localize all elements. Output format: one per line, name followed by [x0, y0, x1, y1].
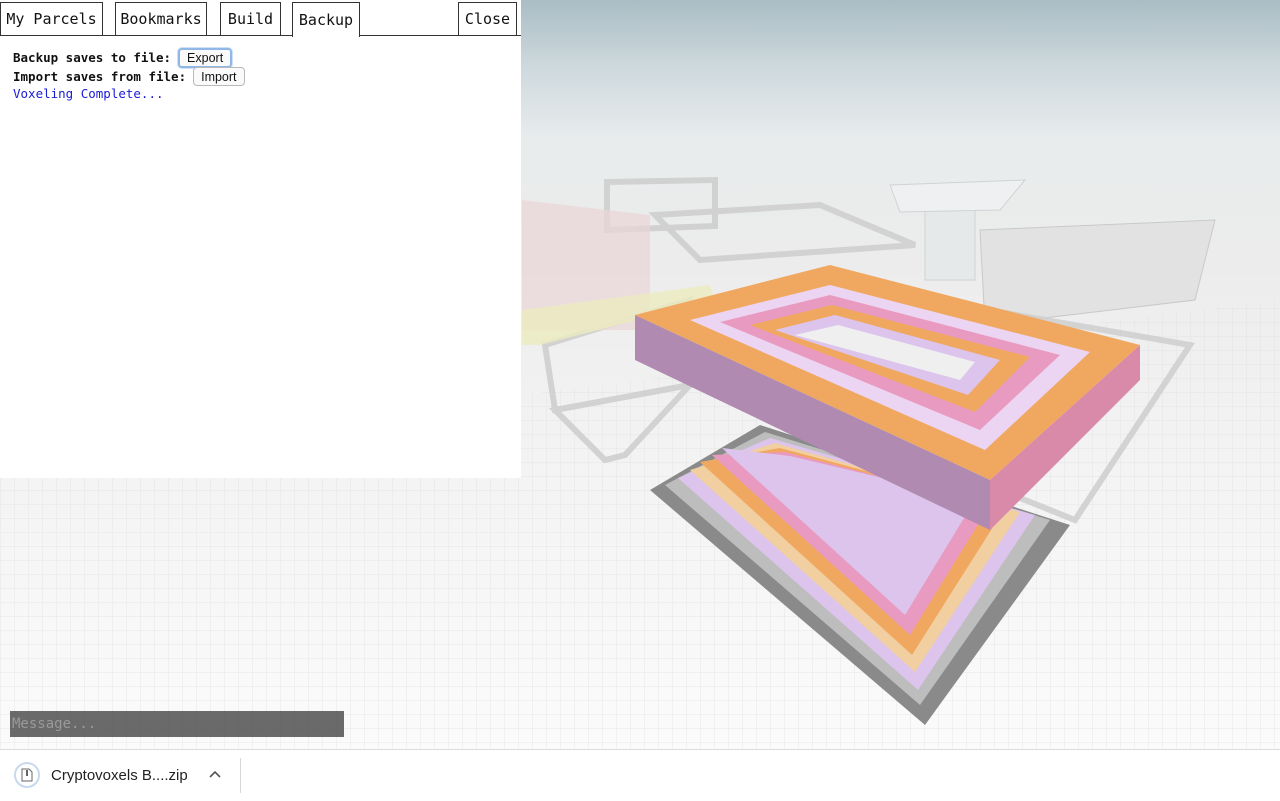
- export-button[interactable]: Export: [178, 47, 233, 68]
- import-button[interactable]: Import: [193, 67, 245, 86]
- download-item[interactable]: Cryptovoxels B....zip: [14, 760, 188, 790]
- download-filename: Cryptovoxels B....zip: [51, 766, 188, 784]
- zip-file-icon: [14, 762, 40, 788]
- close-button[interactable]: Close: [458, 2, 517, 35]
- export-row: Backup saves to file: Export: [13, 47, 511, 68]
- backup-section: Backup saves to file: Export Import save…: [13, 47, 511, 101]
- download-bar: Cryptovoxels B....zip: [0, 749, 1280, 801]
- download-separator: [240, 758, 241, 793]
- import-label: Import saves from file:: [13, 69, 187, 84]
- status-text: Voxeling Complete...: [13, 86, 164, 101]
- menu-panel: My Parcels Bookmarks Build Backup Close …: [0, 0, 521, 478]
- tab-bookmarks[interactable]: Bookmarks: [115, 2, 207, 35]
- tab-my-parcels[interactable]: My Parcels: [0, 2, 103, 35]
- tab-build[interactable]: Build: [220, 2, 281, 35]
- import-row: Import saves from file: Import: [13, 67, 511, 86]
- message-input[interactable]: [10, 711, 344, 737]
- export-label: Backup saves to file:: [13, 50, 172, 65]
- tab-bar: My Parcels Bookmarks Build Backup Close: [0, 0, 521, 37]
- chevron-up-icon[interactable]: [206, 767, 224, 781]
- tab-bar-divider: [0, 35, 521, 36]
- tab-backup[interactable]: Backup: [292, 2, 360, 37]
